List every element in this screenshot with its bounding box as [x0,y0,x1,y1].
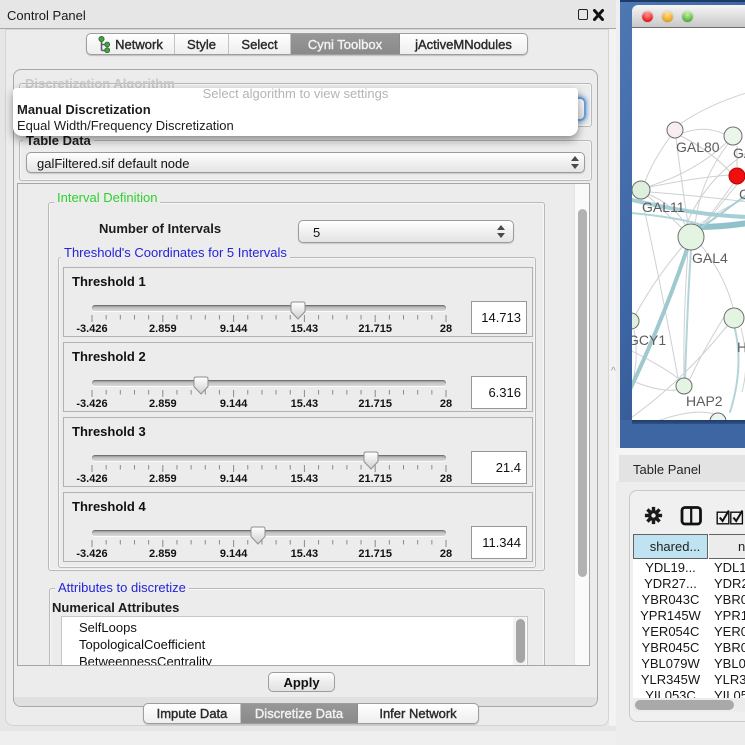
svg-text:GAL80: GAL80 [676,139,720,155]
svg-text:GAL11: GAL11 [642,199,685,215]
svg-text:HAP2: HAP2 [686,393,723,409]
svg-text:C: C [739,186,745,202]
svg-text:H: H [737,339,745,355]
svg-text:GCY1: GCY1 [632,332,666,348]
svg-text:GAL4: GAL4 [692,250,728,266]
svg-text:GA: GA [733,145,745,161]
